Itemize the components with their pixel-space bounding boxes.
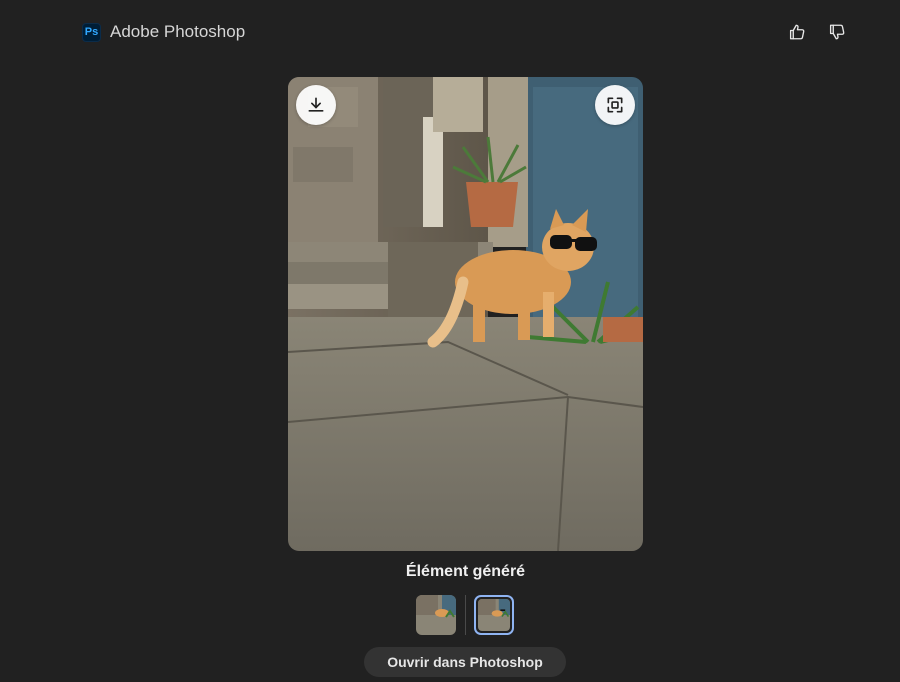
thumbnail-generated[interactable]: [474, 595, 514, 635]
thumbnail-strip: [416, 595, 514, 635]
download-icon: [308, 97, 324, 112]
image-thumbnail: [416, 595, 456, 635]
image-thumbnail: [478, 599, 510, 631]
thumbnail-original[interactable]: [416, 595, 456, 635]
thumbs-up-button[interactable]: [786, 20, 808, 44]
image-caption: Élément généré: [405, 563, 526, 580]
download-button[interactable]: [296, 85, 336, 125]
feedback-buttons: [786, 20, 848, 44]
thumbs-down-icon: [829, 24, 845, 40]
app-header: Ps Adobe Photoshop: [82, 22, 245, 42]
open-in-photoshop-button[interactable]: Ouvrir dans Photoshop: [364, 647, 566, 677]
fullscreen-icon: [607, 97, 623, 113]
cat-photo: [288, 77, 643, 551]
thumbs-down-button[interactable]: [826, 20, 848, 44]
fullscreen-button[interactable]: [595, 85, 635, 125]
thumbnail-divider: [465, 595, 466, 635]
generated-image: [288, 77, 643, 551]
photoshop-logo-icon: Ps: [82, 22, 101, 42]
thumbs-up-icon: [789, 24, 805, 40]
app-name: Adobe Photoshop: [110, 22, 246, 41]
